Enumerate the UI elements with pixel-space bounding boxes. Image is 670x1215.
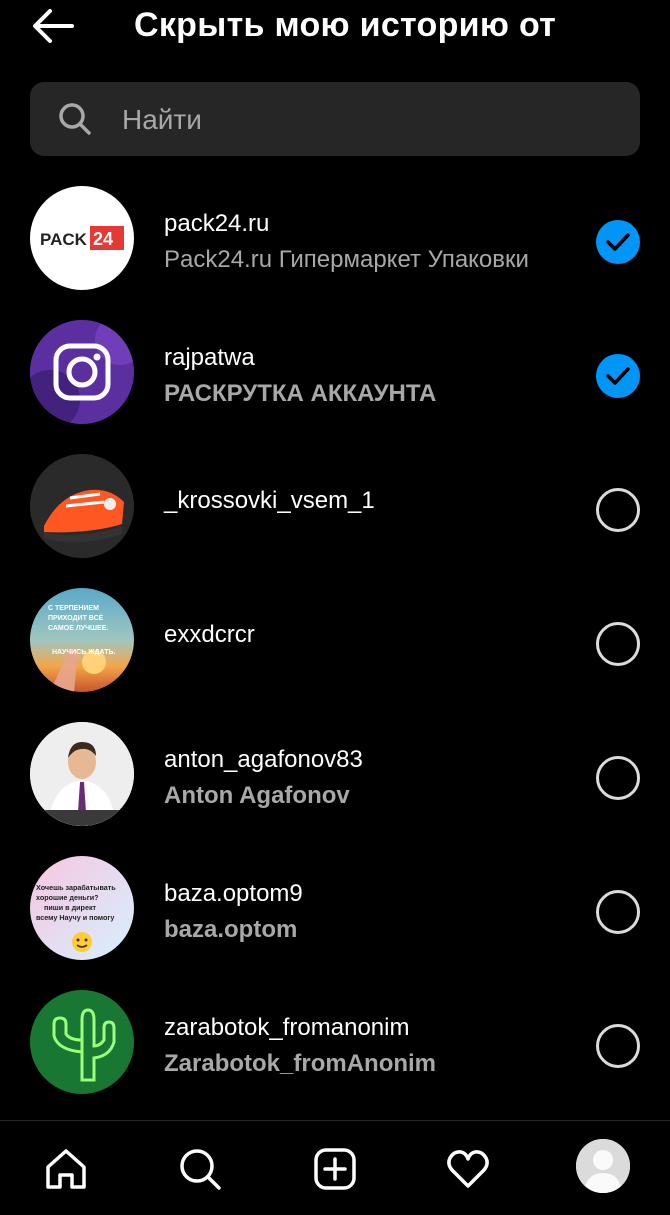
list-item[interactable]: С ТЕРПЕНИЕМ ПРИХОДИТ ВСЁ САМОЕ ЛУЧШЕЕ. Н… <box>0 572 670 706</box>
list-item[interactable]: _krossovki_vsem_1 <box>0 438 670 572</box>
bottom-nav <box>0 1120 670 1215</box>
search-bar[interactable] <box>30 82 640 156</box>
username: exxdcrcr <box>164 621 255 648</box>
arrow-left-icon <box>33 9 74 43</box>
avatar: PACK 24 <box>30 186 134 290</box>
page-title: Скрыть мою историю от <box>134 6 557 44</box>
checkbox[interactable] <box>596 756 640 800</box>
checkbox[interactable] <box>596 1024 640 1068</box>
svg-text:24: 24 <box>93 229 113 249</box>
username: zarabotok_fromanonim <box>164 1014 410 1041</box>
checkmark-icon <box>606 233 630 251</box>
username: baza.optom9 <box>164 880 303 907</box>
checkmark-icon <box>606 367 630 385</box>
full-name: Pack24.ru Гипермаркет Упаковки <box>164 246 529 273</box>
profile-avatar[interactable] <box>576 1139 630 1193</box>
list-item[interactable]: Хочешь зарабатывать хорошие деньги? пиши… <box>0 840 670 974</box>
checkbox[interactable] <box>596 890 640 934</box>
avatar <box>30 722 134 826</box>
avatar: Хочешь зарабатывать хорошие деньги? пиши… <box>30 856 134 960</box>
avatar: С ТЕРПЕНИЕМ ПРИХОДИТ ВСЁ САМОЕ ЛУЧШЕЕ. Н… <box>30 588 134 692</box>
list-item[interactable]: zarabotok_fromanonim Zarabotok_fromAnoni… <box>0 974 670 1108</box>
list-item[interactable]: anton_agafonov83 Anton Agafonov <box>0 706 670 840</box>
nav-search[interactable] <box>176 1145 224 1193</box>
avatar <box>30 320 134 424</box>
username: anton_agafonov83 <box>164 746 363 773</box>
checkbox[interactable] <box>596 488 640 532</box>
checkbox-checked[interactable] <box>596 354 640 398</box>
search-icon <box>180 1149 221 1190</box>
profile-placeholder-icon <box>576 1139 630 1193</box>
full-name: Anton Agafonov <box>164 782 350 809</box>
avatar <box>30 454 134 558</box>
search-input[interactable] <box>120 102 604 138</box>
full-name: baza.optom <box>164 916 298 943</box>
list-item[interactable]: PACK 24 pack24.ru Pack24.ru Гипермаркет … <box>0 170 670 304</box>
list-item[interactable]: rajpatwa РАСКРУТКА АККАУНТА <box>0 304 670 438</box>
username: _krossovki_vsem_1 <box>164 487 375 514</box>
username: pack24.ru <box>164 210 270 237</box>
back-button[interactable] <box>30 6 76 46</box>
nav-home[interactable] <box>42 1145 90 1193</box>
checkbox[interactable] <box>596 622 640 666</box>
full-name: РАСКРУТКА АККАУНТА <box>164 380 437 407</box>
username: rajpatwa <box>164 344 255 371</box>
nav-add-post[interactable] <box>311 1145 359 1193</box>
add-post-icon <box>314 1148 356 1190</box>
home-icon <box>46 1149 86 1189</box>
header: Скрыть мою историю от <box>0 0 670 56</box>
search-icon <box>59 103 91 135</box>
avatar <box>30 990 134 1094</box>
nav-activity[interactable] <box>444 1145 492 1193</box>
full-name: Zarabotok_fromAnonim <box>164 1050 437 1077</box>
heart-icon <box>447 1150 489 1188</box>
avatar-logo-text: PACK <box>40 230 88 249</box>
checkbox-checked[interactable] <box>596 220 640 264</box>
